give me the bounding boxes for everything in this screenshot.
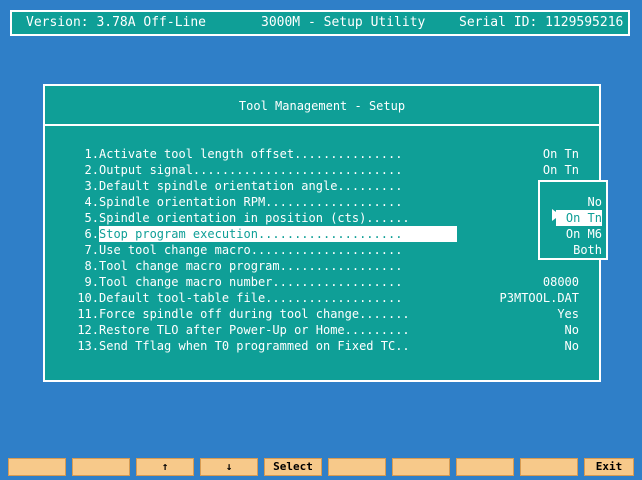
title-bar: Version: 3.78A Off-Line 3000M - Setup Ut…	[10, 10, 630, 36]
setting-row-7[interactable]: 7. Use tool change macro................…	[45, 242, 599, 258]
setting-row-11[interactable]: 11. Force spindle off during tool change…	[45, 306, 599, 322]
app-title: 3000M - Setup Utility	[261, 15, 426, 30]
setting-row-4[interactable]: 4. Spindle orientation RPM..............…	[45, 194, 599, 210]
row-number: 8.	[84, 259, 99, 273]
version-text: Version: 3.78A Off-Line	[26, 15, 207, 30]
function-key-2[interactable]	[72, 458, 130, 476]
row-number: 6.	[84, 227, 99, 241]
row-label: Tool change macro number................…	[99, 275, 403, 289]
row-number: 9.	[84, 275, 99, 289]
row-number: 5.	[84, 211, 99, 225]
up-arrow-button[interactable]: ↑	[136, 458, 194, 476]
row-label: Use tool change macro...................…	[99, 243, 403, 257]
row-value: No	[564, 339, 579, 353]
setting-row-8[interactable]: 8. Tool change macro program............…	[45, 258, 599, 274]
row-number: 1.	[84, 147, 99, 161]
row-number: 13.	[77, 339, 99, 353]
setting-row-10[interactable]: 10. Default tool-table file.............…	[45, 290, 599, 306]
row-label-selected: Stop program execution..................…	[99, 226, 457, 242]
select-button[interactable]: Select	[264, 458, 322, 476]
dropdown-option-both[interactable]: Both	[573, 242, 602, 258]
row-label: Tool change macro program...............…	[99, 259, 403, 273]
row-label: Default tool-table file.................…	[99, 291, 403, 305]
exit-button[interactable]: Exit	[584, 458, 634, 476]
option-dropdown: No On Tn On M6 Both	[538, 180, 608, 260]
function-key-8[interactable]	[456, 458, 514, 476]
panel-title: Tool Management - Setup	[238, 99, 406, 113]
row-label: Default spindle orientation angle.......…	[99, 179, 403, 193]
row-label: Send Tflag when T0 programmed on Fixed T…	[99, 339, 410, 353]
setting-row-6[interactable]: 6. Stop program execution...............…	[45, 226, 599, 242]
row-value: P3MTOOL.DAT	[499, 291, 579, 305]
setting-row-2[interactable]: 2. Output signal........................…	[45, 162, 599, 178]
function-key-7[interactable]	[392, 458, 450, 476]
row-label: Activate tool length offset.............…	[99, 147, 403, 161]
row-number: 2.	[84, 163, 99, 177]
setting-row-1[interactable]: 1. Activate tool length offset..........…	[45, 146, 599, 162]
row-number: 12.	[77, 323, 99, 337]
row-number: 7.	[84, 243, 99, 257]
row-label: Spindle orientation in position (cts)...…	[99, 211, 410, 225]
row-value: On Tn	[542, 147, 579, 161]
dropdown-option-on-m6[interactable]: On M6	[566, 226, 602, 242]
function-key-bar: ↑ ↓ Select Exit	[8, 458, 634, 476]
serial-id-text: Serial ID: 1129595216	[459, 15, 624, 30]
row-label: Output signal...........................…	[99, 163, 403, 177]
row-number: 3.	[84, 179, 99, 193]
setting-row-12[interactable]: 12. Restore TLO after Power-Up or Home..…	[45, 322, 599, 338]
row-number: 11.	[77, 307, 99, 321]
function-key-9[interactable]	[520, 458, 578, 476]
down-arrow-button[interactable]: ↓	[200, 458, 258, 476]
tool-management-panel: Tool Management - Setup 1. Activate tool…	[43, 84, 601, 382]
row-value: On Tn	[542, 163, 579, 177]
row-label: Spindle orientation RPM.................…	[99, 195, 403, 209]
row-value: Yes	[557, 307, 579, 321]
setting-row-3[interactable]: 3. Default spindle orientation angle....…	[45, 178, 599, 194]
row-value: 08000	[542, 275, 579, 289]
setting-row-13[interactable]: 13. Send Tflag when T0 programmed on Fix…	[45, 338, 599, 354]
row-label: Restore TLO after Power-Up or Home......…	[99, 323, 410, 337]
function-key-6[interactable]	[328, 458, 386, 476]
dropdown-option-no[interactable]: No	[588, 194, 602, 210]
row-label: Force spindle off during tool change....…	[99, 307, 410, 321]
setting-row-9[interactable]: 9. Tool change macro number.............…	[45, 274, 599, 290]
row-number: 10.	[77, 291, 99, 305]
setting-row-5[interactable]: 5. Spindle orientation in position (cts)…	[45, 210, 599, 226]
row-number: 4.	[84, 195, 99, 209]
row-value: No	[564, 323, 579, 337]
panel-divider	[45, 124, 599, 126]
dropdown-option-on-tn[interactable]: On Tn	[556, 210, 602, 226]
function-key-1[interactable]	[8, 458, 66, 476]
selection-arrow-icon	[552, 209, 560, 221]
